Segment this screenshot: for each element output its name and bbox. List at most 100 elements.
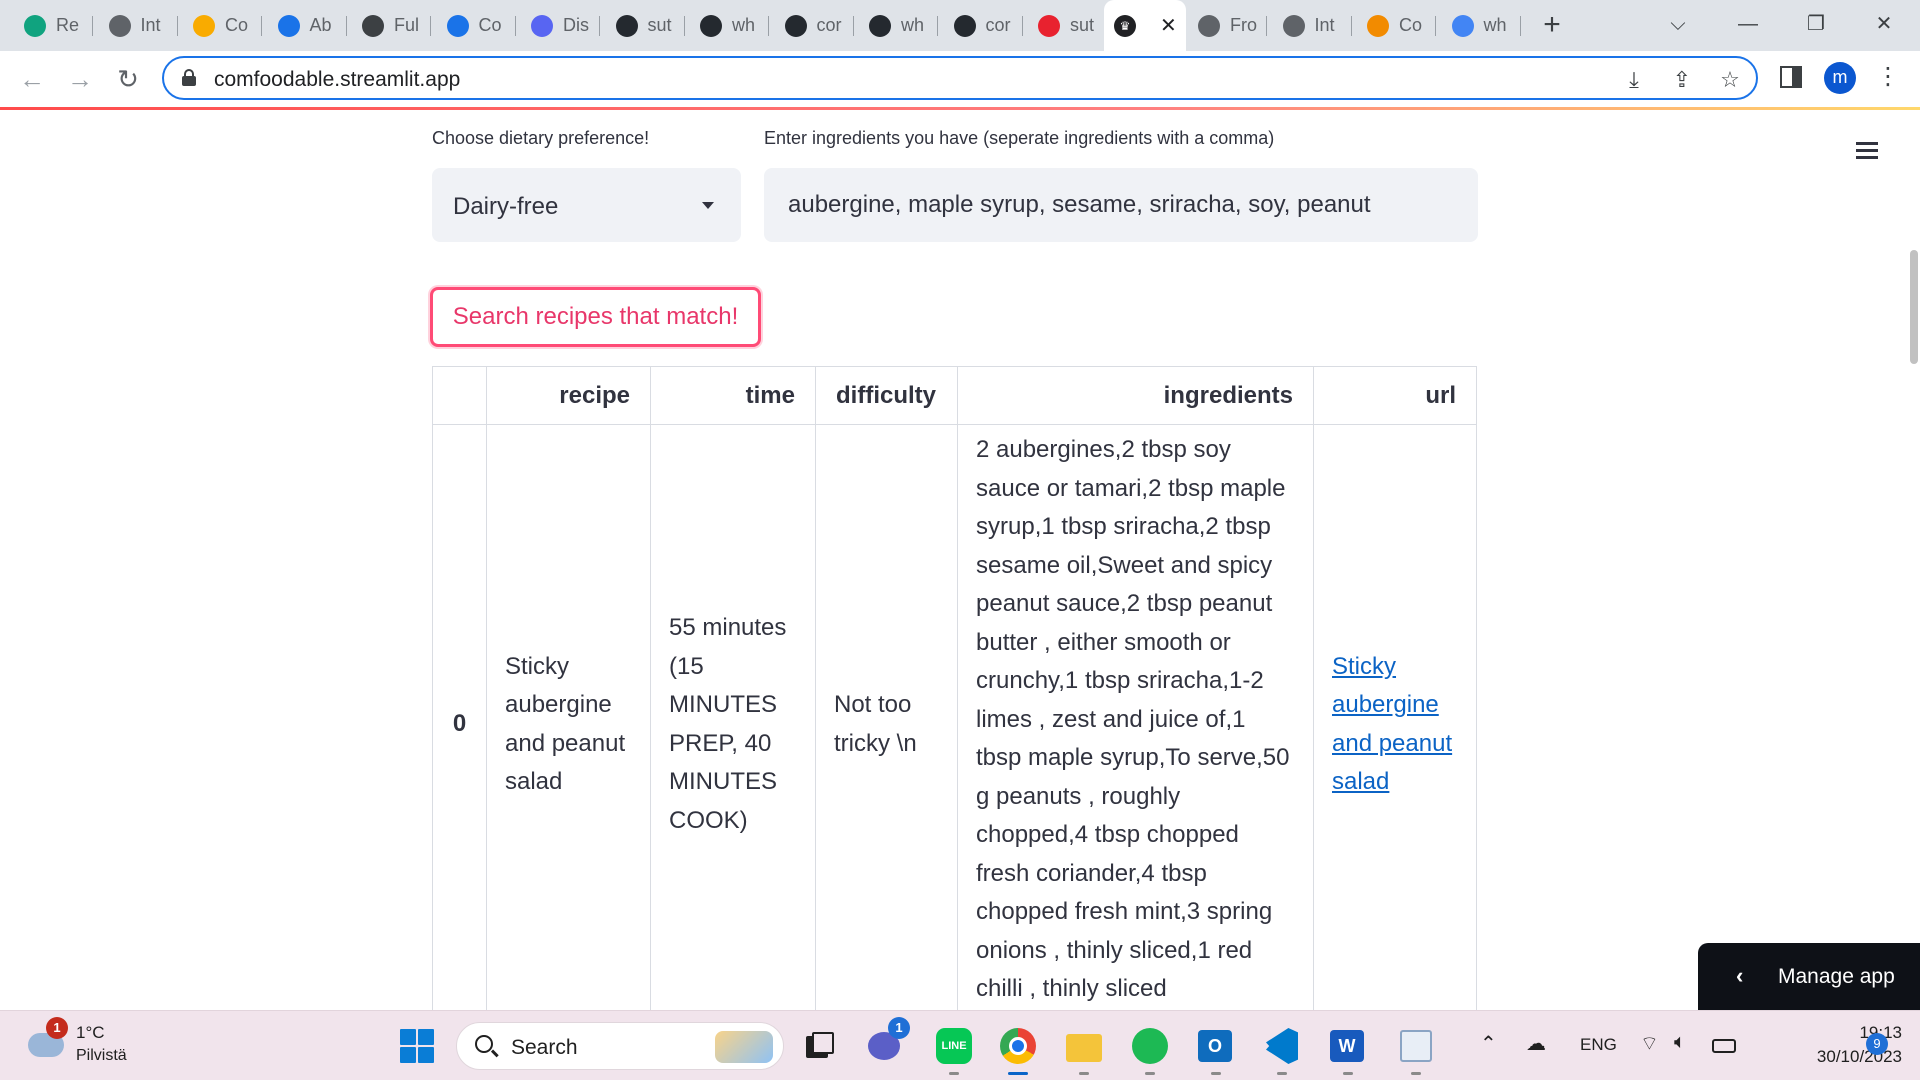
recipe-link[interactable]: Sticky aubergine and peanut salad	[1332, 653, 1452, 796]
tab-a-0[interactable]: Fro	[1188, 10, 1267, 41]
weather-temperature[interactable]: 1°C	[76, 1023, 105, 1043]
task-view-icon[interactable]	[800, 1026, 840, 1066]
recipes-table: recipe time difficulty ingredients url 0…	[432, 366, 1477, 1010]
document-viewer-icon[interactable]	[1396, 1026, 1436, 1075]
word-icon[interactable]: W	[1328, 1026, 1368, 1075]
tab-separator	[345, 16, 347, 36]
chrome-icon[interactable]	[998, 1026, 1038, 1075]
tab-b-5[interactable]: Co	[437, 10, 516, 41]
difficulty-cell: Not too tricky \n	[815, 424, 958, 1010]
outlook-icon[interactable]: O	[1196, 1026, 1236, 1075]
close-window-button[interactable]: ✕	[1864, 6, 1904, 42]
chevron-left-icon: ‹	[1736, 963, 1744, 988]
tab-b-2[interactable]: Co	[183, 10, 262, 41]
tab-title: Ab	[309, 15, 332, 35]
tab-b-11[interactable]: cor	[944, 10, 1023, 41]
battery-icon[interactable]	[1712, 1039, 1736, 1053]
manage-app-label: Manage app	[1778, 965, 1895, 988]
tab-title: Int	[1314, 15, 1335, 35]
tab-b-10[interactable]: wh	[859, 10, 938, 41]
table-row: 0 Sticky aubergine and peanut salad 55 m…	[432, 424, 1477, 1010]
reload-icon[interactable]: ↻	[110, 61, 146, 97]
back-arrow-icon[interactable]: ←	[14, 61, 50, 97]
volume-icon[interactable]: 🔈︎	[1674, 1031, 1686, 1054]
line-app-icon[interactable]: LINE	[934, 1026, 974, 1075]
teams-badge: 1	[888, 1017, 910, 1039]
share-icon[interactable]: ⇪	[1668, 66, 1696, 94]
tab-b-12[interactable]: sut	[1028, 10, 1107, 41]
tab-b-1[interactable]: Int	[99, 10, 178, 41]
new-tab-button[interactable]: +	[1536, 10, 1568, 42]
tab-search-chevron-icon[interactable]: ⌵	[1658, 6, 1698, 42]
notification-badge[interactable]: 9	[1866, 1033, 1888, 1055]
tab-title: wh	[1483, 15, 1507, 35]
hamburger-menu-icon[interactable]	[1856, 142, 1878, 160]
restore-button[interactable]: ❐	[1796, 6, 1836, 42]
weather-description[interactable]: Pilvistä	[76, 1047, 127, 1065]
profile-avatar[interactable]: m	[1824, 62, 1856, 94]
tab-b-6[interactable]: Dis	[521, 10, 600, 41]
show-hidden-icons-chevron[interactable]: ⌃	[1480, 1031, 1497, 1056]
tab-a-2[interactable]: Co	[1357, 10, 1436, 41]
forward-arrow-icon[interactable]: →	[62, 61, 98, 97]
vscode-icon[interactable]	[1262, 1026, 1302, 1075]
spotify-icon[interactable]	[1130, 1026, 1170, 1075]
tab-title: Co	[225, 15, 249, 35]
tab-separator	[1350, 16, 1352, 36]
weather-alert-badge: 1	[46, 1017, 68, 1039]
onedrive-icon[interactable]: ☁	[1526, 1031, 1546, 1056]
column-header-url[interactable]: url	[1313, 366, 1477, 425]
browser-menu-icon[interactable]: ⋮	[1876, 65, 1900, 89]
column-header-index[interactable]	[432, 366, 487, 425]
language-indicator[interactable]: ENG	[1580, 1035, 1617, 1055]
column-header-difficulty[interactable]: difficulty	[815, 366, 958, 425]
url-cell: Sticky aubergine and peanut salad	[1313, 424, 1477, 1010]
file-explorer-icon[interactable]	[1064, 1026, 1104, 1075]
tab-separator	[852, 16, 854, 36]
chatgpt-icon	[24, 14, 46, 37]
tab-separator	[683, 16, 685, 36]
tab-title: sut	[1070, 15, 1095, 35]
tab-b-4[interactable]: Ful	[352, 10, 431, 41]
tab-b-9[interactable]: cor	[775, 10, 854, 41]
wifi-icon[interactable]: ⌔	[1640, 1031, 1659, 1056]
tab-title: Dis	[563, 15, 589, 35]
globe-icon	[1198, 14, 1220, 37]
active-tab[interactable]: ♛ ✕	[1104, 0, 1186, 51]
minimize-button[interactable]: —	[1728, 6, 1768, 42]
tab-b-7[interactable]: sut	[606, 10, 685, 41]
column-header-recipe[interactable]: recipe	[486, 366, 651, 425]
globe-icon	[1282, 14, 1305, 37]
tab-a-3[interactable]: wh	[1442, 10, 1521, 41]
taskbar-search[interactable]: Search	[456, 1022, 784, 1070]
search-recipes-button[interactable]: Search recipes that match!	[430, 287, 761, 347]
address-bar[interactable]: comfoodable.streamlit.app ⤓ ⇪ ☆	[162, 56, 1758, 100]
side-panel-icon[interactable]	[1780, 66, 1802, 88]
url-text[interactable]: comfoodable.streamlit.app	[214, 68, 460, 92]
windows-start-icon[interactable]	[400, 1029, 434, 1063]
bookmark-star-icon[interactable]: ☆	[1716, 66, 1744, 94]
tab-a-1[interactable]: Int	[1273, 10, 1352, 41]
column-header-time[interactable]: time	[650, 366, 816, 425]
tab-b-8[interactable]: wh	[690, 10, 769, 41]
shield-icon	[446, 14, 469, 37]
ingredients-input[interactable]	[764, 168, 1478, 242]
page-scrollbar[interactable]	[1910, 250, 1918, 364]
tab-title: sut	[647, 15, 672, 35]
marktechpost-icon	[1367, 14, 1389, 37]
tab-title: Co	[1399, 15, 1423, 35]
column-header-ingredients[interactable]: ingredients	[957, 366, 1314, 425]
tab-b-0[interactable]: Re	[14, 10, 93, 41]
diet-select[interactable]: Dairy-free	[432, 168, 741, 242]
streamlit-icon	[1038, 14, 1060, 37]
github-icon	[953, 14, 976, 37]
github-icon	[869, 14, 891, 37]
row-index: 0	[432, 424, 487, 1010]
close-tab-icon[interactable]: ✕	[1160, 13, 1177, 38]
tab-b-3[interactable]: Ab	[268, 10, 347, 41]
manage-app-button[interactable]: ‹ Manage app	[1698, 943, 1920, 1010]
clock-time[interactable]: 19:13	[1822, 1023, 1902, 1043]
tab-separator	[261, 16, 262, 36]
window-icon	[362, 14, 384, 37]
install-app-icon[interactable]: ⤓	[1620, 66, 1648, 94]
